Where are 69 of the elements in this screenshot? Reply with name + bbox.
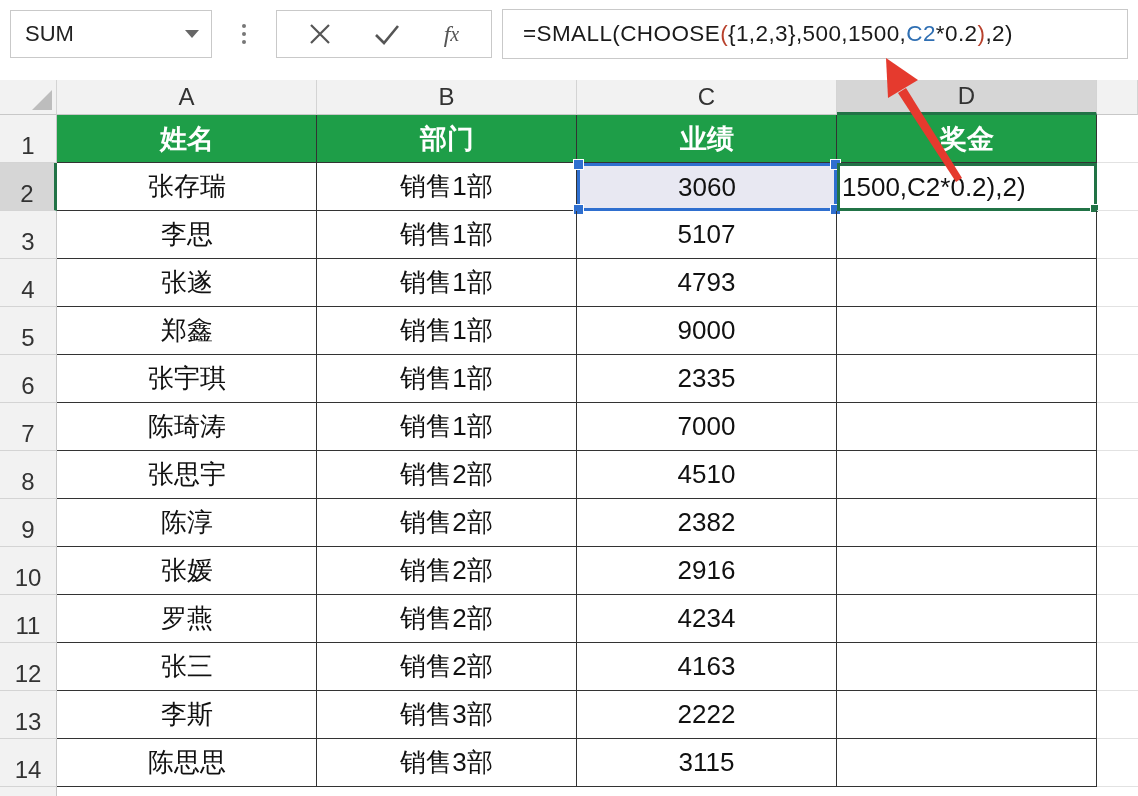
row-header[interactable]: 2 — [0, 163, 57, 211]
table-cell: 4234 — [577, 595, 837, 643]
table-header-cell: 部门 — [317, 115, 577, 163]
row-header[interactable]: 3 — [0, 211, 57, 259]
selection-handle[interactable] — [573, 204, 584, 215]
table-cell: 张宇琪 — [57, 355, 317, 403]
table-cell: 销售2部 — [317, 547, 577, 595]
dropdown-caret-icon[interactable] — [185, 30, 199, 38]
table-header-cell: 姓名 — [57, 115, 317, 163]
selection-handle[interactable] — [830, 159, 841, 170]
table-cell: 销售1部 — [317, 259, 577, 307]
table-cell: 3115 — [577, 739, 837, 787]
table-cell: 销售1部 — [317, 355, 577, 403]
row-header[interactable]: 10 — [0, 547, 57, 595]
table-cell: 张存瑞 — [57, 163, 317, 211]
table-cell: 4793 — [577, 259, 837, 307]
row-header[interactable]: 6 — [0, 355, 57, 403]
table-cell: 销售1部 — [317, 211, 577, 259]
row-header[interactable]: 12 — [0, 643, 57, 691]
table-cell: 罗燕 — [57, 595, 317, 643]
table-cell: 销售1部 — [317, 307, 577, 355]
fill-handle[interactable] — [1090, 204, 1099, 213]
table-cell: 郑鑫 — [57, 307, 317, 355]
table-cell: 李斯 — [57, 691, 317, 739]
table-cell: 7000 — [577, 403, 837, 451]
table-cell: 张思宇 — [57, 451, 317, 499]
table-cell: 4510 — [577, 451, 837, 499]
table-cell: 销售3部 — [317, 739, 577, 787]
table-cell: 4163 — [577, 643, 837, 691]
row-header[interactable]: 4 — [0, 259, 57, 307]
table-cell: 2335 — [577, 355, 837, 403]
row-header[interactable]: 7 — [0, 403, 57, 451]
selection-handle[interactable] — [573, 159, 584, 170]
table-cell: 李思 — [57, 211, 317, 259]
table-cell: 2382 — [577, 499, 837, 547]
name-box[interactable]: SUM — [10, 10, 212, 58]
row-header[interactable]: 9 — [0, 499, 57, 547]
table-cell: 陈思思 — [57, 739, 317, 787]
table-cell: 销售2部 — [317, 643, 577, 691]
table-cell: 张三 — [57, 643, 317, 691]
table-cell: 销售1部 — [317, 403, 577, 451]
column-header[interactable]: A — [57, 80, 317, 115]
active-cell: 1500,C2*0.2),2) — [837, 163, 1097, 211]
table-header-cell: 业绩 — [577, 115, 837, 163]
table-cell: 2222 — [577, 691, 837, 739]
table-cell: 销售2部 — [317, 595, 577, 643]
table-cell: 5107 — [577, 211, 837, 259]
selection-handle[interactable] — [830, 204, 841, 215]
table-header-cell: 奖金 — [837, 115, 1097, 163]
table-cell: 销售2部 — [317, 451, 577, 499]
row-header[interactable]: 1 — [0, 115, 57, 163]
table-cell: 陈琦涛 — [57, 403, 317, 451]
table-cell: 张媛 — [57, 547, 317, 595]
row-header[interactable]: 11 — [0, 595, 57, 643]
table-cell: 张遂 — [57, 259, 317, 307]
row-header[interactable]: 13 — [0, 691, 57, 739]
more-options-icon[interactable] — [241, 23, 247, 45]
table-cell: 陈淳 — [57, 499, 317, 547]
table-cell: 销售3部 — [317, 691, 577, 739]
table-cell: 2916 — [577, 547, 837, 595]
column-header[interactable]: D — [837, 80, 1097, 115]
formula-field[interactable]: =SMALL(CHOOSE({1,2,3},500,1500,C2*0.2),2) — [502, 9, 1128, 59]
row-header[interactable]: 5 — [0, 307, 57, 355]
column-header[interactable]: B — [317, 80, 577, 115]
row-header[interactable]: 14 — [0, 739, 57, 787]
column-header[interactable]: C — [577, 80, 837, 115]
row-header[interactable]: 8 — [0, 451, 57, 499]
table-cell: 9000 — [577, 307, 837, 355]
table-cell: 销售2部 — [317, 499, 577, 547]
